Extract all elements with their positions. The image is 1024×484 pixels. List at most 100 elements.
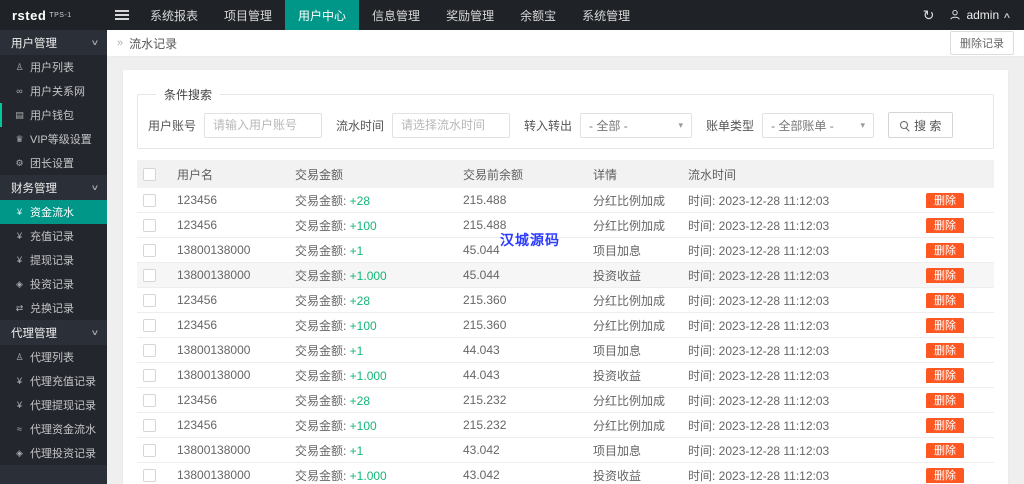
delete-button[interactable]: 删除 <box>926 418 964 433</box>
delete-button[interactable]: 删除 <box>926 343 964 358</box>
row-operations: 删除 <box>924 392 994 408</box>
table-row: 13800138000 交易金额: +1 44.043 项目加息 时间: 2023-12… <box>137 338 994 363</box>
delete-button[interactable]: 删除 <box>926 468 964 483</box>
nav-item[interactable]: 余额宝 <box>507 0 569 30</box>
row-select-cell <box>137 418 175 432</box>
sidebar-group-header[interactable]: 代理管理 ∨ <box>0 320 107 345</box>
app-logo: rsted TPS-1 <box>0 0 107 30</box>
row-checkbox[interactable] <box>143 418 156 432</box>
col-amount: 交易金额 <box>295 167 344 182</box>
time-input[interactable] <box>392 112 511 138</box>
select-all-cell <box>137 167 175 181</box>
nav-item[interactable]: 项目管理 <box>211 0 285 30</box>
refresh-icon[interactable]: ↻ <box>923 7 935 24</box>
delete-button[interactable]: 删除 <box>926 293 964 308</box>
row-checkbox[interactable] <box>143 218 156 232</box>
sidebar-item[interactable]: ♛ VIP等级设置 <box>0 127 107 151</box>
delete-button[interactable]: 删除 <box>926 443 964 458</box>
delete-records-button[interactable]: 删除记录 <box>950 31 1014 55</box>
sidebar-group-header[interactable]: 财务管理 ∨ <box>0 175 107 200</box>
row-select-cell <box>137 318 175 332</box>
sidebar-group-label: 代理管理 <box>11 327 57 340</box>
sidebar-item[interactable]: ¥ 代理提现记录 <box>0 393 107 417</box>
amount-label: 交易金额: <box>295 193 350 208</box>
amount-value: +28 <box>349 193 371 208</box>
row-detail: 项目加息 <box>593 343 642 358</box>
collapse-menu-button[interactable] <box>107 0 137 30</box>
row-detail: 项目加息 <box>593 243 642 258</box>
row-select-cell <box>137 243 175 257</box>
table-row: 123456 交易金额: +100 215.360 分红比例加成 时间: 2023-12… <box>137 313 994 338</box>
sidebar-item-label: 代理充值记录 <box>30 376 96 388</box>
account-input[interactable] <box>204 112 323 138</box>
row-username: 123456 <box>177 393 218 407</box>
nav-item[interactable]: 系统管理 <box>569 0 643 30</box>
nav-item[interactable]: 信息管理 <box>359 0 433 30</box>
sidebar-group-header[interactable]: 用户管理 ∨ <box>0 30 107 55</box>
row-checkbox[interactable] <box>143 343 156 357</box>
delete-button[interactable]: 删除 <box>926 243 964 258</box>
sidebar-item[interactable]: ♙ 代理列表 <box>0 345 107 369</box>
table-row: 123456 交易金额: +100 215.232 分红比例加成 时间: 2023-12… <box>137 413 994 438</box>
person-icon: ♙ <box>15 61 24 72</box>
select-all-checkbox[interactable] <box>143 167 156 181</box>
amount-value: +28 <box>349 293 371 308</box>
sidebar-item-label: 代理列表 <box>30 352 74 364</box>
row-operations: 删除 <box>924 342 994 358</box>
row-checkbox[interactable] <box>143 443 156 457</box>
sidebar-item[interactable]: ◈ 代理投资记录 <box>0 441 107 465</box>
sidebar-item[interactable]: ¥ 提现记录 <box>0 248 107 272</box>
direction-select[interactable]: - 全部 - ▾ <box>580 112 693 138</box>
row-checkbox[interactable] <box>143 468 156 482</box>
amount-label: 交易金额: <box>295 368 350 383</box>
row-checkbox[interactable] <box>143 368 156 382</box>
bill-type-filter: 账单类型 - 全部账单 - ▾ <box>706 112 875 138</box>
nav-item[interactable]: 奖励管理 <box>433 0 507 30</box>
delete-button[interactable]: 删除 <box>926 218 964 233</box>
sidebar-item[interactable]: ¥ 资金流水 <box>0 200 107 224</box>
row-username: 123456 <box>177 318 218 332</box>
delete-button[interactable]: 删除 <box>926 368 964 383</box>
sidebar-item-label: 资金流水 <box>30 207 74 219</box>
sidebar-item[interactable]: ♙ 用户列表 <box>0 55 107 79</box>
bill-type-select[interactable]: - 全部账单 - ▾ <box>762 112 875 138</box>
sidebar-item[interactable]: ⇄ 兑换记录 <box>0 296 107 320</box>
search-button[interactable]: 搜 索 <box>888 112 954 138</box>
row-amount: 交易金额: +28 <box>293 192 461 209</box>
row-checkbox[interactable] <box>143 318 156 332</box>
sidebar-item[interactable]: ⚙ 团长设置 <box>0 151 107 175</box>
user-menu[interactable]: admin ∧ <box>949 8 1012 22</box>
nav-item[interactable]: 用户中心 <box>285 0 360 30</box>
sidebar-item[interactable]: ≈ 代理资金流水 <box>0 417 107 441</box>
chevron-up-icon: ∧ <box>1002 10 1012 20</box>
delete-button[interactable]: 删除 <box>926 318 964 333</box>
amount-label: 交易金额: <box>295 318 350 333</box>
invest-icon: ◈ <box>16 278 23 289</box>
delete-button[interactable]: 删除 <box>926 393 964 408</box>
sidebar-item[interactable]: ¥ 充值记录 <box>0 224 107 248</box>
row-operations: 删除 <box>924 467 994 483</box>
row-operations: 删除 <box>924 192 994 208</box>
row-checkbox[interactable] <box>143 268 156 282</box>
row-detail: 分红比例加成 <box>593 393 666 408</box>
row-checkbox[interactable] <box>143 393 156 407</box>
row-checkbox[interactable] <box>143 193 156 207</box>
records-card: 条件搜索 用户账号 流水时间 转入转出 - 全部 - ▾ <box>123 70 1008 484</box>
sidebar-item[interactable]: ¥ 代理充值记录 <box>0 369 107 393</box>
sidebar-item[interactable]: ◈ 投资记录 <box>0 272 107 296</box>
agent-invest-icon: ◈ <box>16 447 23 458</box>
sidebar-group-label: 用户管理 <box>11 37 57 50</box>
row-checkbox[interactable] <box>143 293 156 307</box>
amount-value: +1.000 <box>349 268 387 283</box>
table-row: 123456 交易金额: +28 215.360 分红比例加成 时间: 2023-12-… <box>137 288 994 313</box>
delete-button[interactable]: 删除 <box>926 268 964 283</box>
row-select-cell <box>137 468 175 482</box>
nav-item[interactable]: 系统报表 <box>137 0 211 30</box>
sidebar-item-label: 用户关系网 <box>30 86 85 98</box>
row-checkbox[interactable] <box>143 243 156 257</box>
row-select-cell <box>137 193 175 207</box>
row-detail: 分红比例加成 <box>593 218 666 233</box>
delete-button[interactable]: 删除 <box>926 193 964 208</box>
sidebar-item[interactable]: ∞ 用户关系网 <box>0 79 107 103</box>
sidebar-item[interactable]: ▤ 用户钱包 <box>0 103 107 127</box>
